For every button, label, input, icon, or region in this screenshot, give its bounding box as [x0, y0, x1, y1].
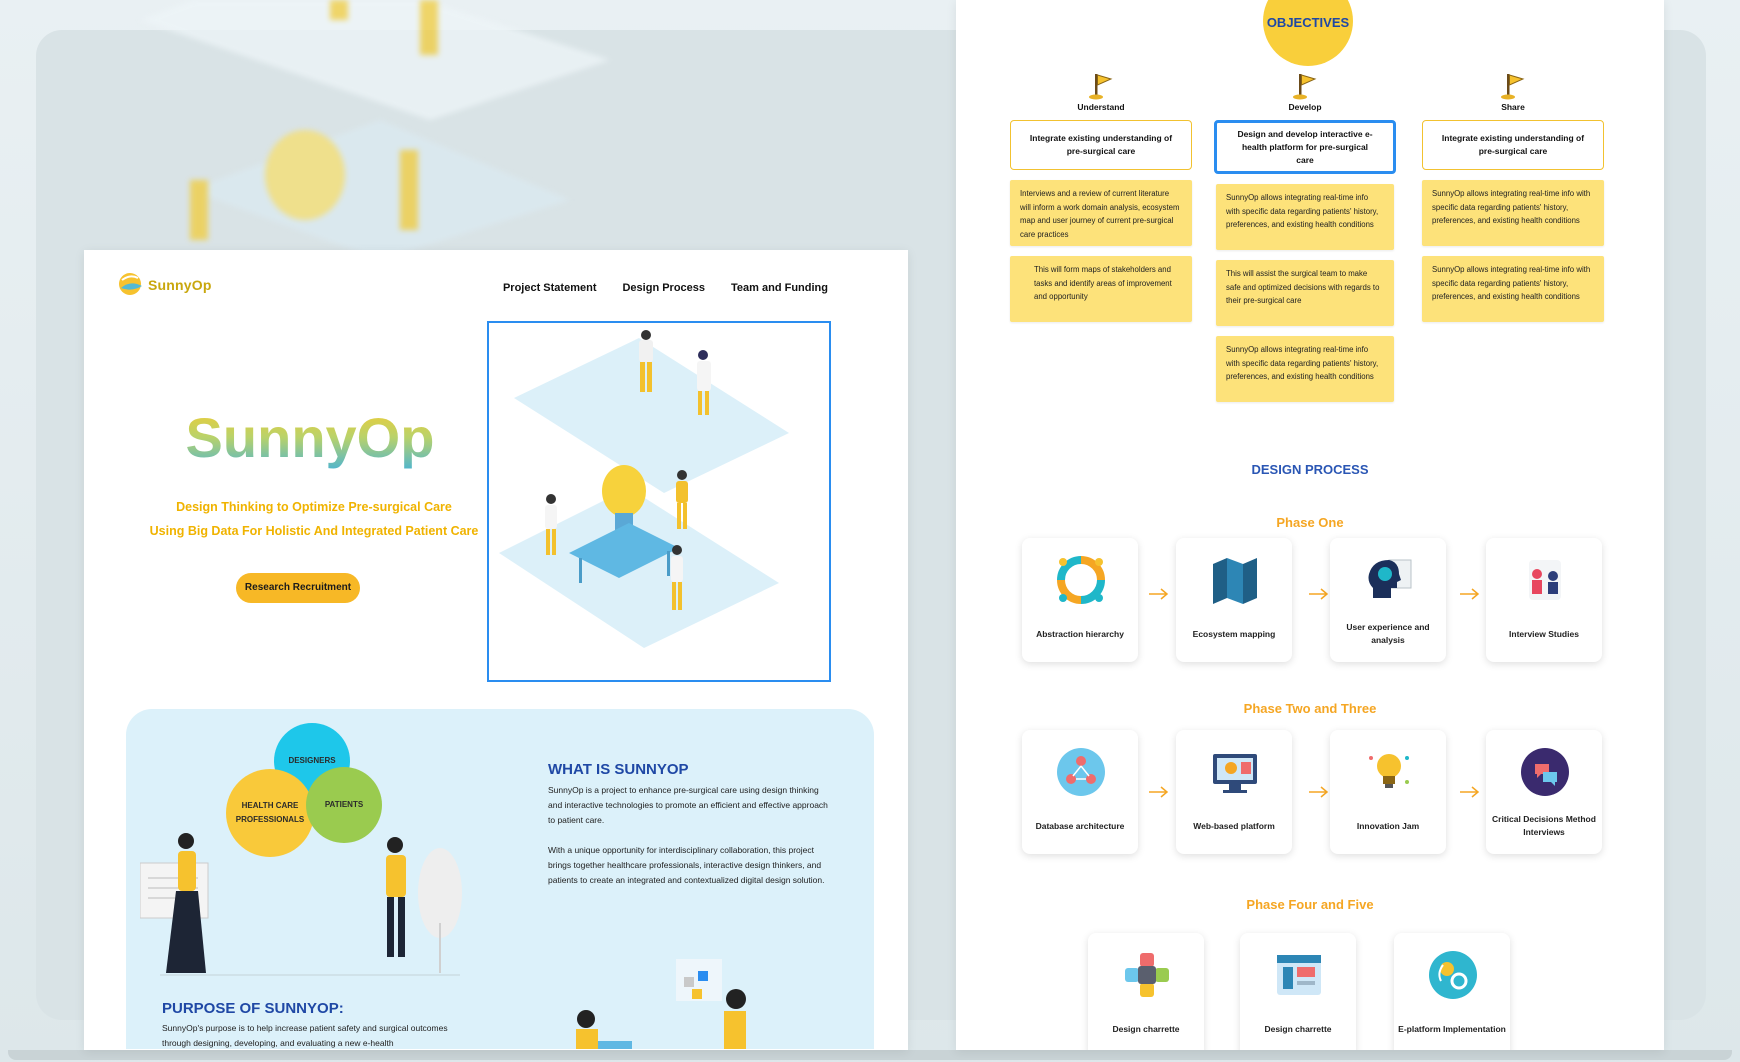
step-label: E-platform Implementation — [1398, 1023, 1506, 1034]
step-label: Design charrette — [1264, 1023, 1332, 1034]
nav-team-and-funding[interactable]: Team and Funding — [731, 282, 828, 294]
step-label: Ecosystem mapping — [1192, 628, 1276, 639]
step-abstraction-hierarchy[interactable]: Abstraction hierarchy — [1022, 538, 1138, 662]
step-label: User experience and analysis — [1346, 622, 1430, 645]
arrow-right-icon — [1309, 588, 1329, 600]
step-user-experience[interactable]: User experience and analysis — [1330, 538, 1446, 662]
sticky-note[interactable]: Interviews and a review of current liter… — [1010, 180, 1192, 246]
isometric-team-illustration — [499, 330, 789, 648]
objective-label: Develop — [1288, 102, 1322, 112]
objective-label: Share — [1501, 102, 1525, 112]
design-process-page-mockup: OBJECTIVES Understand Integrate existing… — [956, 0, 1664, 1050]
head-analysis-icon — [1368, 559, 1412, 598]
puzzle-icon — [1125, 953, 1169, 997]
what-is-title: WHAT IS SUNNYOP — [548, 761, 689, 778]
objective-heading[interactable]: Integrate existing understanding of pre-… — [1422, 120, 1604, 170]
hero-subtitle-line-1: Design Thinking to Optimize Pre-surgical… — [176, 500, 452, 514]
step-interview-studies[interactable]: Interview Studies — [1486, 538, 1602, 662]
arrow-right-icon — [1149, 588, 1169, 600]
collaboration-illustration — [576, 959, 746, 1049]
purpose-body: SunnyOp's purpose is to help increase pa… — [162, 1023, 448, 1048]
flag-icon — [1293, 74, 1317, 100]
sticky-note[interactable]: This will assist the surgical team to ma… — [1216, 260, 1394, 326]
database-icon — [1057, 748, 1105, 796]
phase-one-title: Phase One — [1276, 515, 1344, 530]
hero-subtitle-line-2: Using Big Data For Holistic And Integrat… — [149, 524, 479, 538]
arrow-right-icon — [1460, 588, 1480, 600]
what-is-paragraph-1: SunnyOp is a project to enhance pre-surg… — [548, 785, 828, 825]
top-nav: Project Statement Design Process Team an… — [503, 282, 828, 294]
step-design-charrette-1[interactable]: Design charrette — [1088, 933, 1204, 1050]
chat-bubble-icon — [1521, 748, 1569, 796]
map-icon — [1213, 558, 1257, 604]
what-is-body: SunnyOp is a project to enhance pre-surg… — [548, 783, 828, 888]
lightbulb-icon — [1369, 754, 1409, 788]
hero-title: SunnyOp — [180, 405, 440, 470]
layout-board-icon — [1277, 955, 1321, 995]
step-e-platform-implementation[interactable]: E-platform Implementation — [1394, 933, 1510, 1050]
venn-health-line-2: PROFESSIONALS — [235, 815, 305, 824]
arrow-right-icon — [1149, 786, 1169, 798]
step-label: Design charrette — [1112, 1023, 1180, 1034]
step-innovation-jam[interactable]: Innovation Jam — [1330, 730, 1446, 854]
step-label: Abstraction hierarchy — [1036, 628, 1124, 639]
step-label: Innovation Jam — [1356, 820, 1420, 831]
venn-patients: PATIENTS — [306, 767, 382, 843]
about-section: DESIGNERS HEALTH CARE PROFESSIONALS PATI… — [126, 709, 874, 1049]
objective-heading[interactable]: Integrate existing understanding of pre-… — [1010, 120, 1192, 170]
step-label: Interview Studies — [1509, 628, 1579, 639]
sticky-note[interactable]: SunnyOp allows integrating real-time inf… — [1422, 256, 1604, 322]
objectives-badge: OBJECTIVES — [1263, 0, 1353, 66]
objective-heading-selected[interactable]: Design and develop interactive e-health … — [1214, 120, 1396, 174]
step-label: Critical Decisions Method Interviews — [1492, 814, 1596, 837]
venn-health-line-1: HEALTH CARE — [241, 801, 299, 810]
arrow-right-icon — [1309, 786, 1329, 798]
hero-illustration-selected[interactable] — [487, 321, 831, 682]
sticky-note[interactable]: SunnyOp allows integrating real-time inf… — [1422, 180, 1604, 246]
step-database-architecture[interactable]: Database architecture — [1022, 730, 1138, 854]
phase-two-three-title: Phase Two and Three — [1243, 701, 1377, 716]
step-web-based-platform[interactable]: Web-based platform — [1176, 730, 1292, 854]
background-illustration — [140, 0, 610, 260]
objective-column-share: Share Integrate existing understanding o… — [1422, 72, 1604, 322]
nav-project-statement[interactable]: Project Statement — [503, 282, 597, 294]
cycle-arrows-icon — [1057, 556, 1105, 604]
design-process-title: DESIGN PROCESS — [1251, 462, 1369, 477]
sticky-note[interactable]: SunnyOp allows integrating real-time inf… — [1216, 336, 1394, 402]
monitor-icon — [1213, 754, 1257, 793]
gear-bulb-icon — [1429, 951, 1477, 999]
step-label: Web-based platform — [1193, 820, 1275, 831]
step-ecosystem-mapping[interactable]: Ecosystem mapping — [1176, 538, 1292, 662]
research-recruitment-button[interactable]: Research Recruitment — [236, 573, 360, 603]
step-design-charrette-2[interactable]: Design charrette — [1240, 933, 1356, 1050]
objective-column-develop: Develop Design and develop interactive e… — [1214, 72, 1396, 402]
brand-logo[interactable]: SunnyOp — [118, 270, 212, 300]
step-label: Database architecture — [1035, 820, 1125, 831]
what-is-paragraph-2: With a unique opportunity for interdisci… — [548, 845, 825, 885]
phase-four-five-title: Phase Four and Five — [1246, 897, 1374, 912]
objective-label: Understand — [1077, 102, 1125, 112]
people-illustration — [140, 833, 462, 976]
arrow-right-icon — [1460, 786, 1480, 798]
purpose-title: PURPOSE OF SUNNYOP: — [162, 1000, 344, 1017]
landing-page-mockup: SunnyOp Project Statement Design Process… — [84, 250, 908, 1050]
sun-logo-icon — [119, 273, 142, 295]
flag-icon — [1089, 74, 1113, 100]
sticky-note[interactable]: SunnyOp allows integrating real-time inf… — [1216, 184, 1394, 250]
brand-name: SunnyOp — [148, 277, 212, 293]
frame-shadow — [8, 1050, 1732, 1060]
interview-icon — [1529, 560, 1561, 600]
nav-design-process[interactable]: Design Process — [622, 282, 705, 294]
hero-subtitle: Design Thinking to Optimize Pre-surgical… — [104, 495, 524, 543]
flag-icon — [1501, 74, 1525, 100]
step-critical-decisions[interactable]: Critical Decisions Method Interviews — [1486, 730, 1602, 854]
sticky-note[interactable]: This will form maps of stakeholders and … — [1010, 256, 1192, 322]
objective-column-understand: Understand Integrate existing understand… — [1010, 72, 1192, 322]
